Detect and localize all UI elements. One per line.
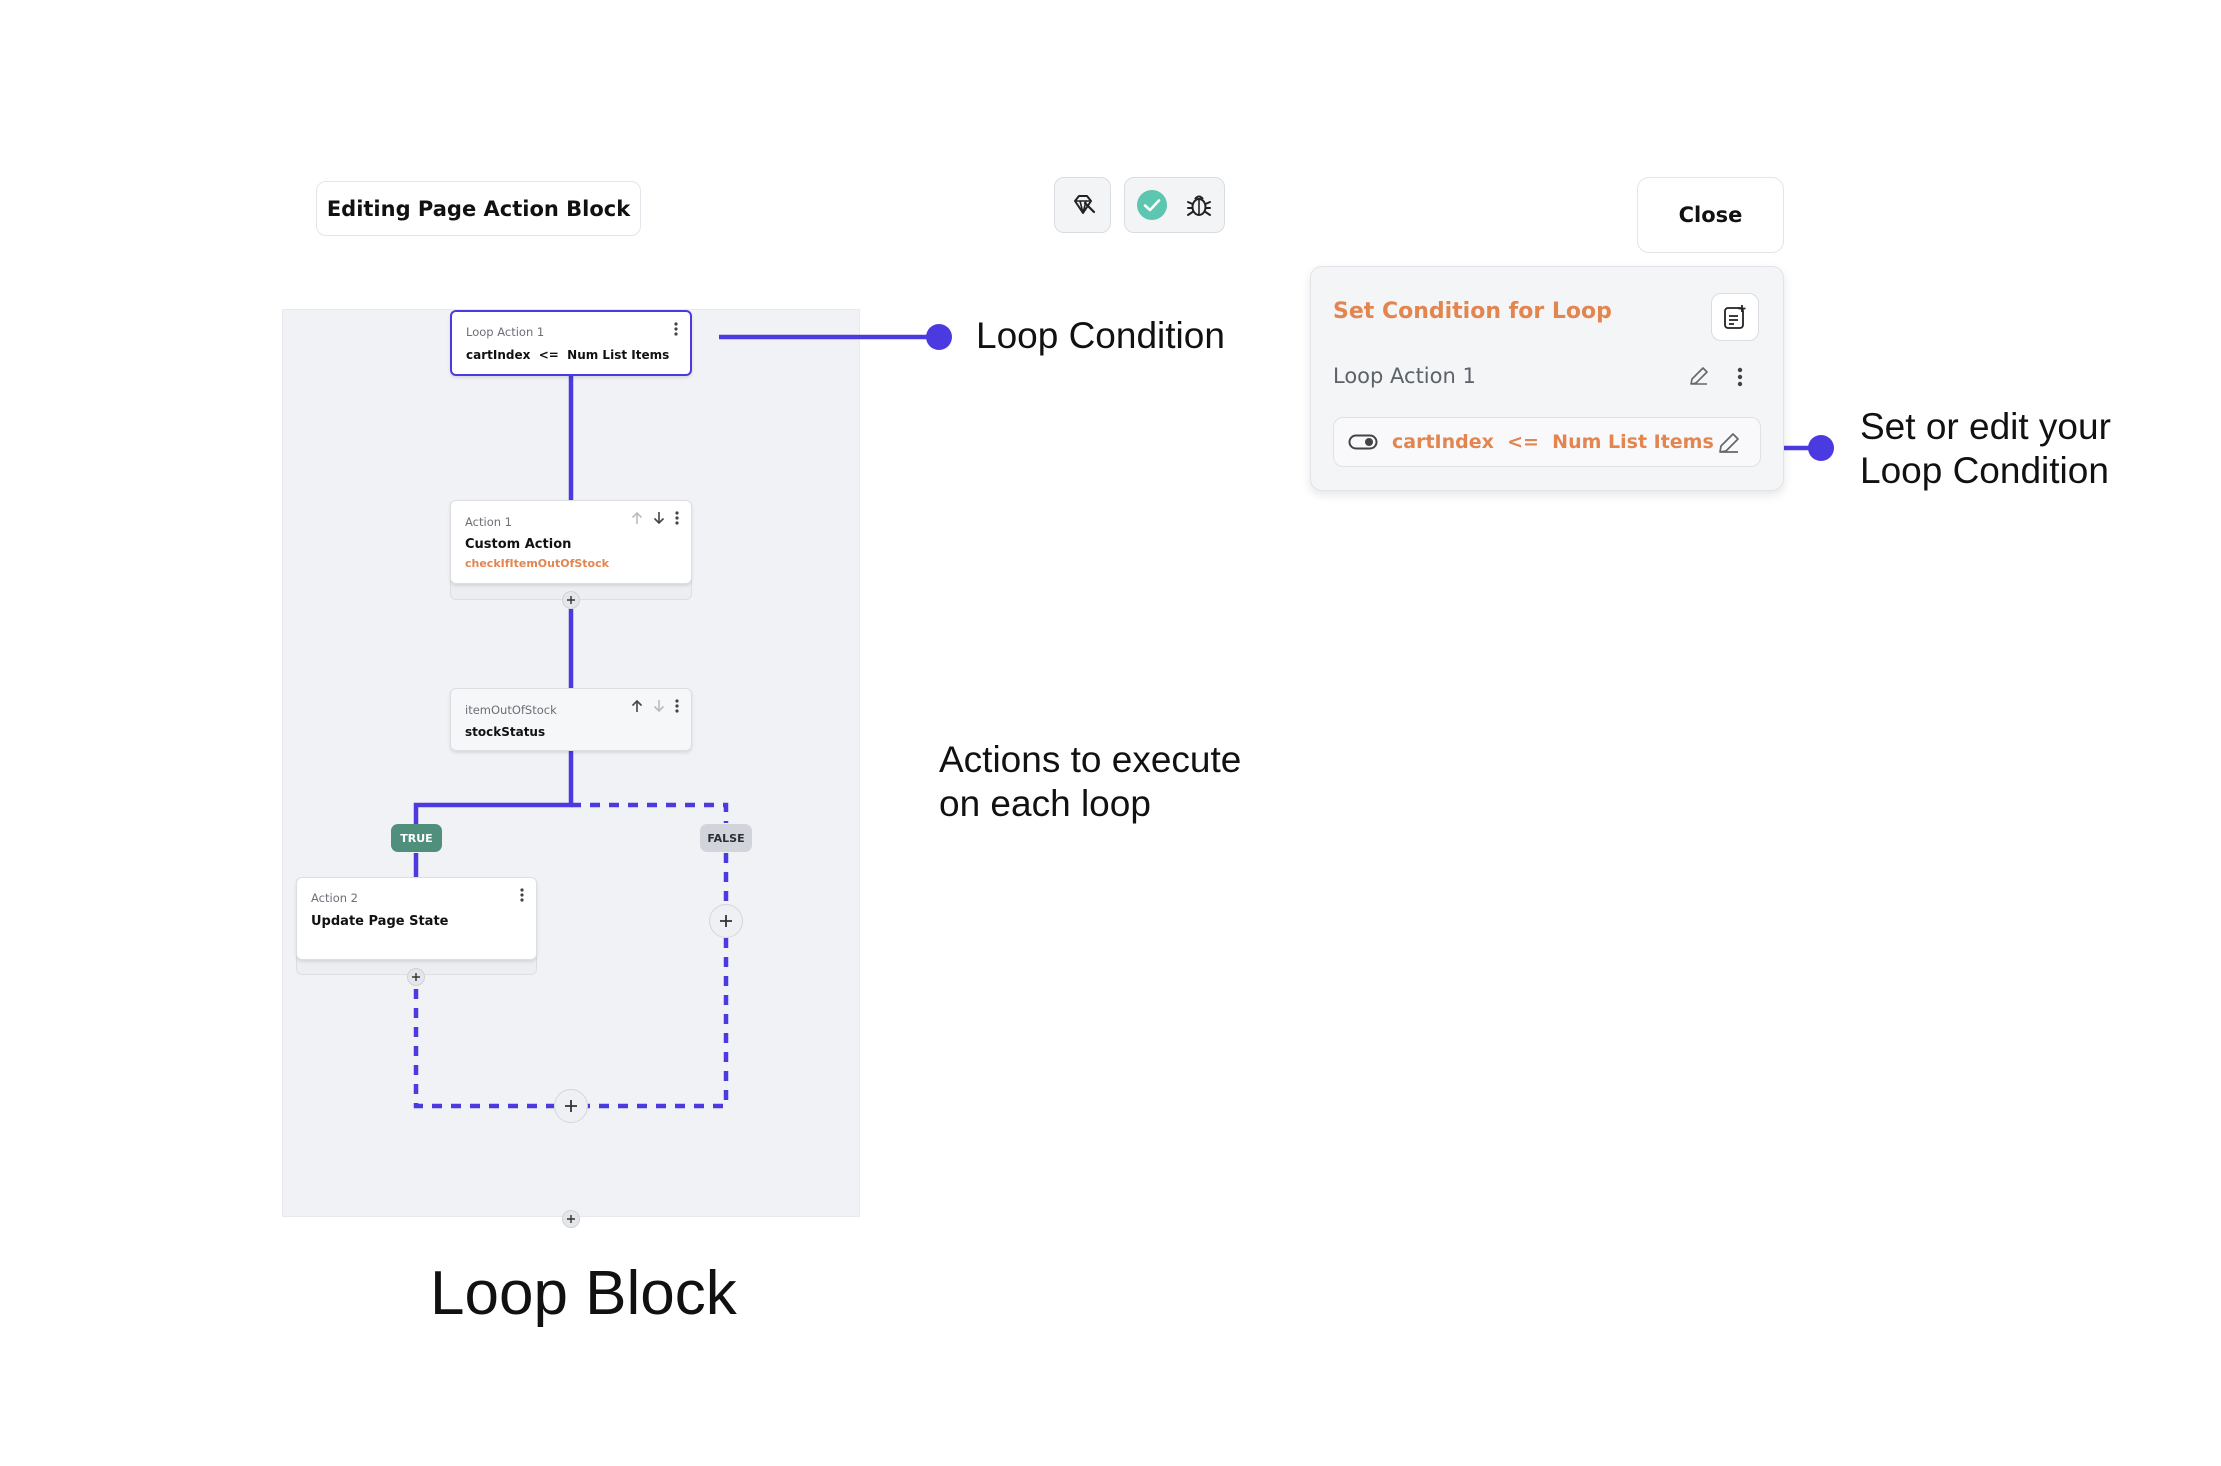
conditional-title: stockStatus xyxy=(465,725,546,739)
loop-condition-row[interactable]: cartIndex <= Num List Items xyxy=(1333,417,1761,467)
actions-annotation-line2: on each loop xyxy=(939,783,1151,824)
false-branch-badge: FALSE xyxy=(700,824,752,852)
plus-icon xyxy=(567,1215,575,1223)
action1-title: Custom Action xyxy=(465,537,572,552)
loop-node-label: Loop Action 1 xyxy=(466,325,545,339)
actions-annotation-line1: Actions to execute xyxy=(939,739,1242,780)
more-vertical-icon[interactable] xyxy=(520,888,524,902)
more-vertical-icon[interactable] xyxy=(675,699,679,713)
panel-loop-action-label: Loop Action 1 xyxy=(1333,364,1476,388)
add-after-loop-button[interactable] xyxy=(562,1210,580,1228)
pencil-icon[interactable] xyxy=(1687,364,1711,388)
document-add-icon xyxy=(1724,305,1746,329)
add-action-button[interactable] xyxy=(407,968,425,986)
condition-doc-button[interactable] xyxy=(1711,293,1759,341)
add-false-action-button[interactable] xyxy=(709,904,743,938)
action2-label: Action 2 xyxy=(311,891,358,905)
plus-icon xyxy=(565,1100,577,1112)
loop-condition-panel: Set Condition for Loop Loop Action 1 car… xyxy=(1310,266,1784,491)
conditional-node[interactable]: itemOutOfStock stockStatus xyxy=(450,688,692,751)
set-edit-annotation-line2: Loop Condition xyxy=(1860,450,2109,491)
arrow-down-icon[interactable] xyxy=(653,511,665,525)
loop-node-condition: cartIndex <= Num List Items xyxy=(466,348,670,362)
action1-node[interactable]: Action 1 Custom Action checkIfItemOutOfS… xyxy=(450,500,692,584)
set-edit-annotation-line1: Set or edit your xyxy=(1860,406,2111,447)
set-edit-pointer-dot xyxy=(1808,435,1834,461)
add-action-button[interactable] xyxy=(562,591,580,609)
action2-node[interactable]: Action 2 Update Page State xyxy=(296,877,537,960)
loop-condition-pointer-dot xyxy=(926,324,952,350)
add-after-branch-button[interactable] xyxy=(554,1089,588,1123)
toggle-icon[interactable] xyxy=(1348,433,1378,451)
plus-icon xyxy=(412,973,420,981)
action2-title: Update Page State xyxy=(311,914,449,929)
arrow-up-icon[interactable] xyxy=(631,699,643,713)
loop-block-caption: Loop Block xyxy=(430,1259,737,1328)
more-vertical-icon[interactable] xyxy=(1737,367,1743,387)
true-branch-badge: TRUE xyxy=(391,824,442,852)
plus-icon xyxy=(567,596,575,604)
action1-label: Action 1 xyxy=(465,515,512,529)
more-vertical-icon[interactable] xyxy=(675,511,679,525)
loop-condition-expression: cartIndex <= Num List Items xyxy=(1392,431,1714,453)
arrow-up-icon[interactable] xyxy=(631,511,643,525)
conditional-label: itemOutOfStock xyxy=(465,703,557,717)
flow-connectors xyxy=(413,334,1822,1109)
pencil-icon[interactable] xyxy=(1716,430,1742,456)
loop-condition-annotation: Loop Condition xyxy=(976,315,1225,356)
more-vertical-icon[interactable] xyxy=(674,322,678,336)
panel-title: Set Condition for Loop xyxy=(1333,299,1612,324)
arrow-down-icon[interactable] xyxy=(653,699,665,713)
loop-action-node[interactable]: Loop Action 1 cartIndex <= Num List Item… xyxy=(450,310,692,376)
action1-subtitle: checkIfItemOutOfStock xyxy=(465,557,609,570)
plus-icon xyxy=(720,915,732,927)
